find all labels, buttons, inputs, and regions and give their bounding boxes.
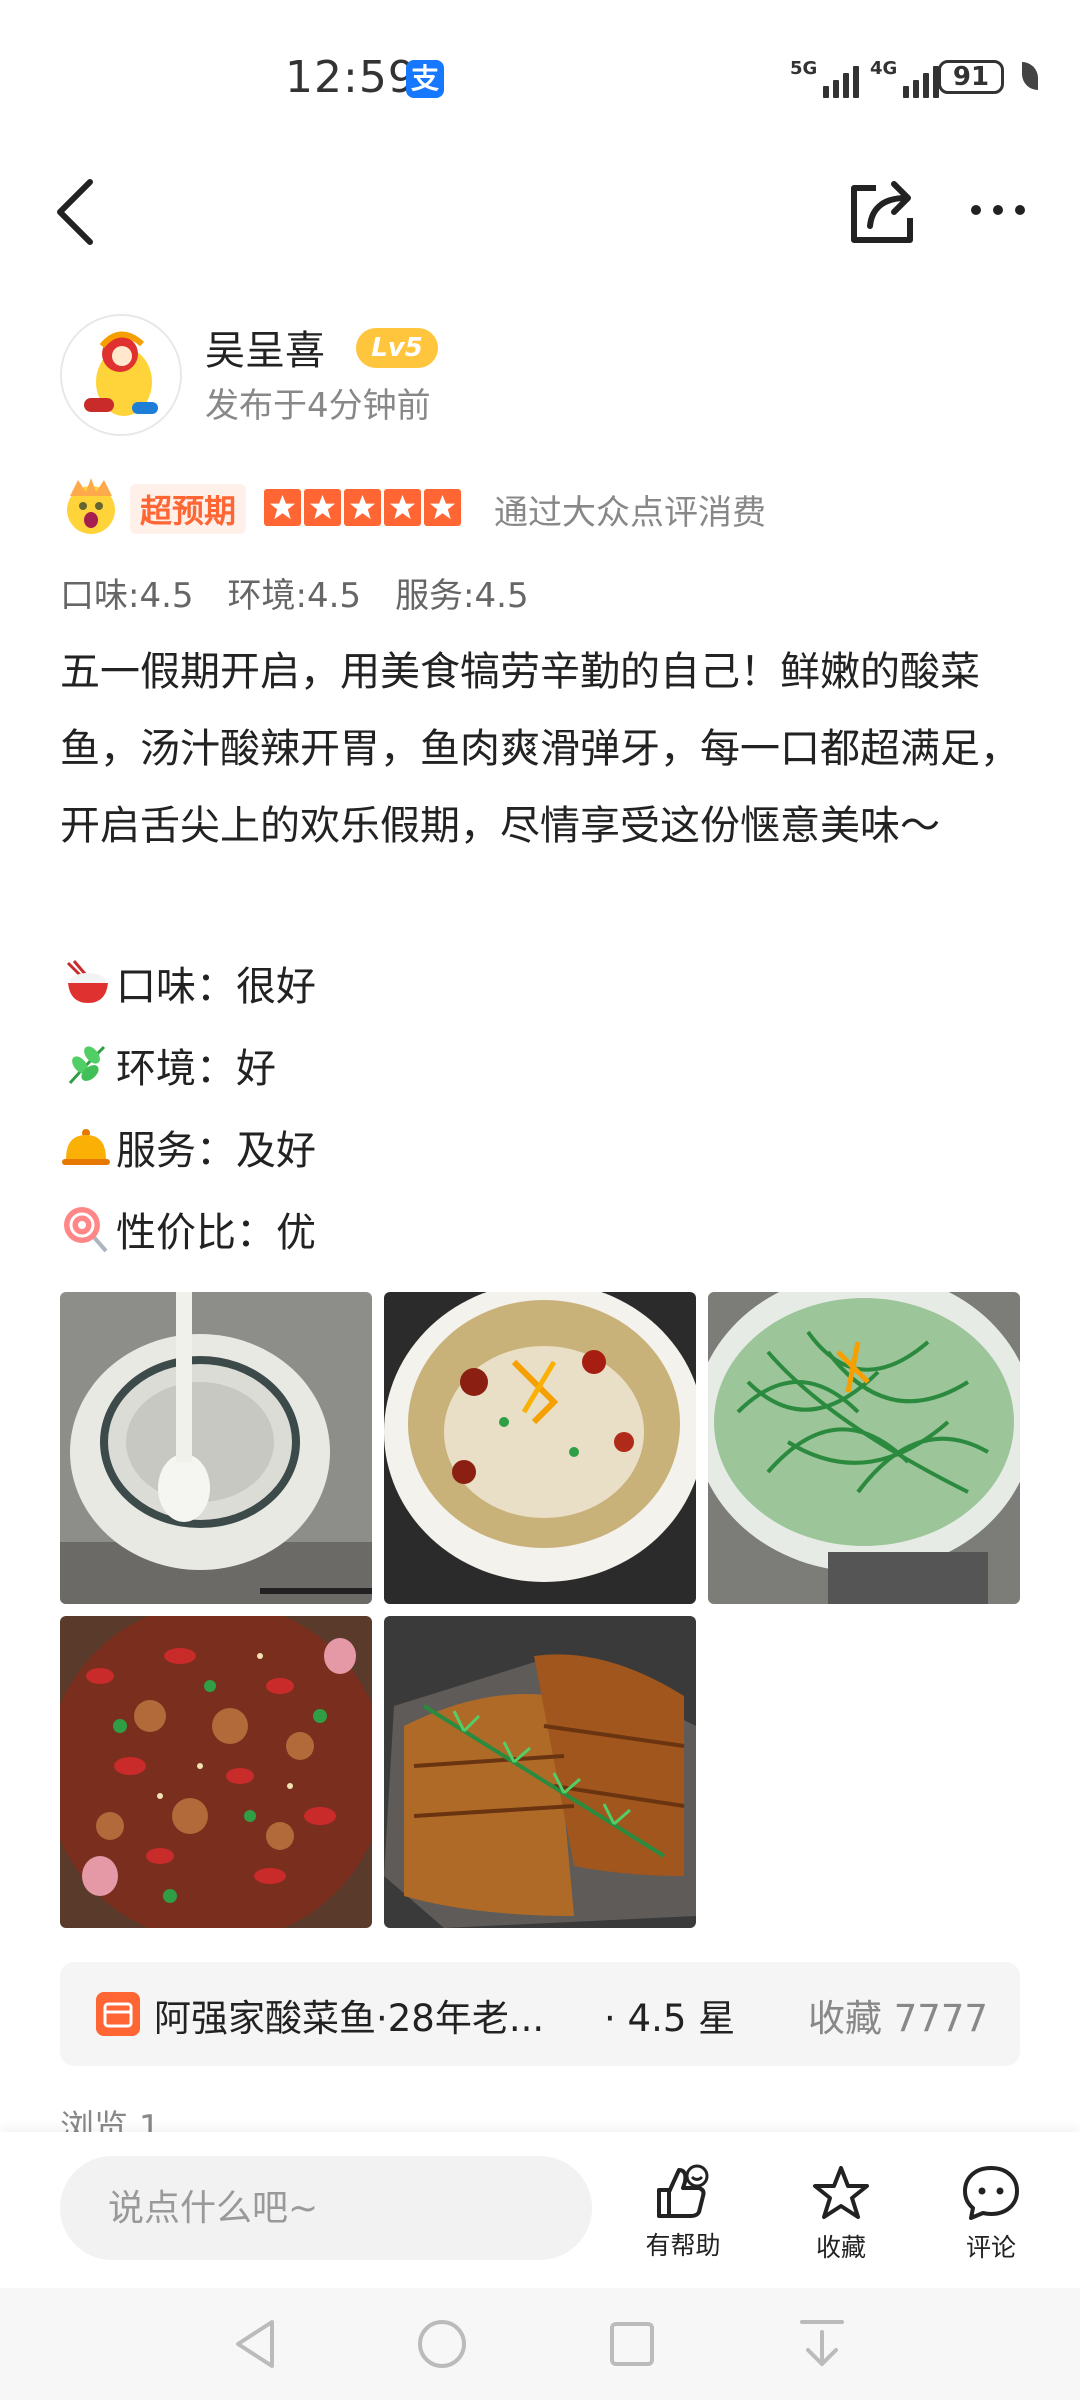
rating-star-icon	[424, 489, 461, 526]
rating-star-icon	[384, 489, 421, 526]
bell-icon	[62, 1129, 110, 1165]
bullet-environment-text: 环境：好	[116, 1046, 276, 1092]
signal-5g-icon: 5G	[790, 58, 860, 98]
signal-5g-label: 5G	[790, 58, 818, 79]
photo-fish-soup[interactable]	[384, 1292, 696, 1604]
shop-icon	[96, 1992, 140, 2036]
sub-scores: 口味:4.5 环境:4.5 服务:4.5	[60, 568, 529, 617]
star-rating	[264, 489, 461, 526]
thumbs-up-icon	[657, 2164, 709, 2218]
signal-4g-icon: 4G	[870, 58, 940, 98]
herb-icon	[68, 1045, 106, 1084]
nav-back-icon[interactable]	[232, 2318, 280, 2370]
rating-star-icon	[264, 489, 301, 526]
star-icon	[813, 2166, 869, 2219]
bullet-environment: 环境：好	[60, 1036, 276, 1094]
post-time: 发布于4分钟前	[205, 386, 431, 426]
comment-input[interactable]	[60, 2156, 592, 2260]
bullet-value: 性价比：优	[60, 1200, 316, 1258]
rating-label: 超预期	[130, 484, 247, 534]
favorite-label: 收藏	[815, 2233, 866, 2262]
share-icon[interactable]	[848, 176, 916, 246]
favorite-button[interactable]: 收藏	[786, 2164, 896, 2264]
bullet-taste: 口味：很好	[60, 954, 316, 1012]
comment-button[interactable]: 评论	[936, 2164, 1046, 2264]
bullet-service-text: 服务：及好	[116, 1128, 316, 1174]
shop-favorites: 收藏 7777	[808, 1997, 988, 2040]
status-time: 12:59	[285, 52, 417, 103]
author-name[interactable]: 吴呈喜	[205, 318, 325, 376]
service-score: 服务:4.5	[395, 576, 529, 616]
rating-star-icon	[304, 489, 341, 526]
nav-home-icon[interactable]	[416, 2318, 468, 2370]
photo-grilled-fish[interactable]	[384, 1616, 696, 1928]
signal-4g-label: 4G	[870, 58, 898, 79]
system-navigation-bar	[0, 2288, 1080, 2400]
bullet-value-text: 性价比：优	[116, 1210, 316, 1256]
bullet-service: 服务：及好	[60, 1118, 316, 1176]
taste-score: 口味:4.5	[60, 576, 194, 616]
photo-empty-bowl[interactable]	[60, 1292, 372, 1604]
rating-star-icon	[344, 489, 381, 526]
more-icon[interactable]	[968, 200, 1028, 220]
shop-name[interactable]: 阿强家酸菜鱼·28年老...	[154, 1988, 544, 2042]
environment-score: 环境:4.5	[227, 576, 362, 616]
back-icon[interactable]	[52, 176, 100, 248]
alipay-icon: 支	[406, 60, 444, 98]
photo-green-vegetable[interactable]	[708, 1292, 1020, 1604]
lollipop-icon	[64, 1207, 108, 1253]
exceed-expectation-icon	[67, 478, 115, 534]
avatar[interactable]	[60, 314, 182, 436]
battery-icon: 91	[938, 60, 1004, 94]
shop-rating: · 4.5 星	[604, 1997, 736, 2040]
charging-leaf-icon	[1022, 62, 1038, 90]
nav-notification-icon[interactable]	[798, 2316, 846, 2372]
nav-recents-icon[interactable]	[608, 2320, 656, 2368]
helpful-label: 有帮助	[645, 2231, 721, 2260]
comment-label: 评论	[965, 2233, 1016, 2262]
level-badge: Lv5	[356, 328, 438, 368]
verified-consumption-label: 通过大众点评消费	[494, 493, 766, 533]
bullet-taste-text: 口味：很好	[116, 964, 316, 1010]
helpful-button[interactable]: 有帮助	[628, 2164, 738, 2262]
review-text: 五一假期开启，用美食犒劳辛勤的自己！鲜嫩的酸菜鱼，汤汁酸辣开胃，鱼肉爽滑弹牙，每…	[60, 649, 1020, 849]
photo-spicy-chicken[interactable]	[60, 1616, 372, 1928]
comment-icon	[963, 2166, 1019, 2220]
rice-bowl-icon	[66, 960, 108, 1003]
